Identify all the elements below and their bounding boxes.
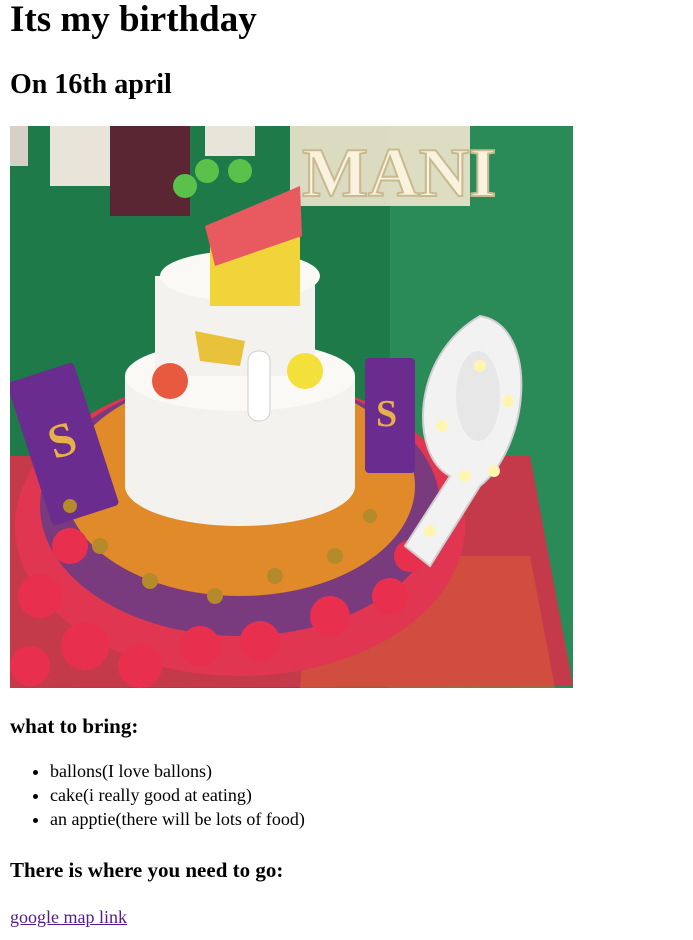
page: Its my birthday On 16th april MANI S S w… xyxy=(0,0,693,928)
bring-heading: what to bring: xyxy=(10,714,139,738)
list-item: cake(i really good at eating) xyxy=(50,783,683,807)
page-title: Its my birthday xyxy=(10,0,257,40)
google-map-link[interactable]: google map link xyxy=(10,907,127,928)
page-subtitle: On 16th april xyxy=(10,69,172,100)
directions-heading: There is where you need to go: xyxy=(10,858,284,882)
bring-list: ballons(I love ballons) cake(i really go… xyxy=(10,759,683,831)
list-item: ballons(I love ballons) xyxy=(50,759,683,783)
chocolate-bar-right: S xyxy=(365,358,415,473)
list-item: an apptie(there will be lots of food) xyxy=(50,807,683,831)
birthday-cake-image: MANI S S xyxy=(10,126,573,688)
svg-text:S: S xyxy=(376,393,397,435)
mani-letters: MANI xyxy=(302,135,496,212)
mani-sign: MANI xyxy=(290,126,497,213)
